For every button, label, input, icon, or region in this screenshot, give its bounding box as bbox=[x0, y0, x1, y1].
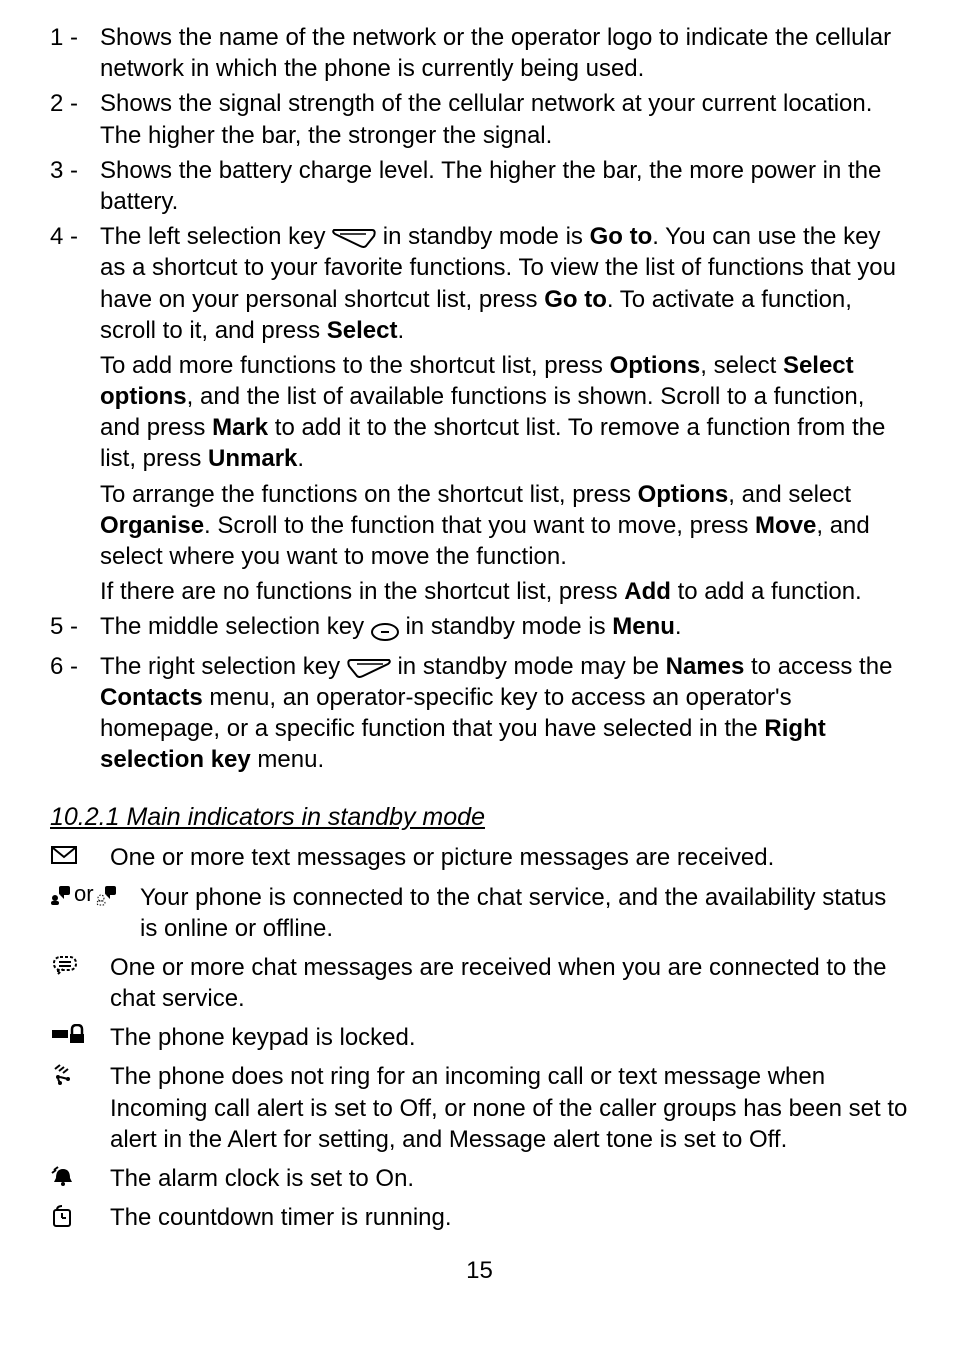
alarm-icon bbox=[50, 1163, 110, 1189]
list-item-number: 2 - bbox=[50, 88, 100, 119]
indicator-text: The countdown timer is running. bbox=[110, 1202, 909, 1233]
list-item: 4 -The left selection key in standby mod… bbox=[50, 221, 909, 607]
silent-icon bbox=[50, 1061, 110, 1087]
indicator-text: The phone keypad is locked. bbox=[110, 1022, 909, 1053]
list-item-number: 6 - bbox=[50, 651, 100, 682]
indicator-row: The alarm clock is set to On. bbox=[50, 1163, 909, 1194]
list-item-paragraph: To add more functions to the shortcut li… bbox=[100, 350, 909, 475]
list-item: 6 -The right selection key in standby mo… bbox=[50, 651, 909, 776]
or-label: or bbox=[72, 880, 96, 909]
indicator-text: The phone does not ring for an incoming … bbox=[110, 1061, 909, 1155]
list-item-paragraph: To arrange the functions on the shortcut… bbox=[100, 479, 909, 573]
list-item-paragraph: If there are no functions in the shortcu… bbox=[100, 576, 909, 607]
indicator-row: or Your phone is connected to the chat se… bbox=[50, 882, 909, 944]
list-item-number: 5 - bbox=[50, 611, 100, 642]
list-item-number: 1 - bbox=[50, 22, 100, 53]
numbered-list: 1 -Shows the name of the network or the … bbox=[50, 22, 909, 775]
indicator-row: The phone does not ring for an incoming … bbox=[50, 1061, 909, 1155]
chat-offline-icon bbox=[96, 884, 118, 906]
list-item-body: Shows the signal strength of the cellula… bbox=[100, 88, 909, 150]
list-item: 1 -Shows the name of the network or the … bbox=[50, 22, 909, 84]
list-item-body: The right selection key in standby mode … bbox=[100, 651, 909, 776]
list-item-body: The middle selection key in standby mode… bbox=[100, 611, 909, 646]
page-number: 15 bbox=[50, 1257, 909, 1285]
chat-online-icon bbox=[50, 884, 72, 906]
chat-status-icons: or bbox=[50, 882, 140, 913]
list-item: 5 -The middle selection key in standby m… bbox=[50, 611, 909, 646]
list-item-number: 3 - bbox=[50, 155, 100, 186]
section-heading: 10.2.1 Main indicators in standby mode bbox=[50, 803, 909, 832]
middle-selection-key-icon bbox=[371, 615, 399, 646]
indicator-text: One or more text messages or picture mes… bbox=[110, 842, 909, 873]
list-item: 3 -Shows the battery charge level. The h… bbox=[50, 155, 909, 217]
keypad-lock-icon bbox=[50, 1022, 110, 1044]
indicator-row: One or more chat messages are received w… bbox=[50, 952, 909, 1014]
document-page: 1 -Shows the name of the network or the … bbox=[0, 0, 954, 1285]
chat-message-icon bbox=[50, 952, 110, 976]
list-item-body: The left selection key in standby mode i… bbox=[100, 221, 909, 607]
indicator-row: The phone keypad is locked. bbox=[50, 1022, 909, 1053]
indicator-text: Your phone is connected to the chat serv… bbox=[140, 882, 909, 944]
message-icon bbox=[50, 842, 110, 866]
timer-icon bbox=[50, 1202, 110, 1228]
indicators-list: One or more text messages or picture mes… bbox=[50, 842, 909, 1233]
indicator-row: The countdown timer is running. bbox=[50, 1202, 909, 1233]
left-selection-key-icon bbox=[332, 228, 376, 248]
list-item-body: Shows the name of the network or the ope… bbox=[100, 22, 909, 84]
list-item: 2 -Shows the signal strength of the cell… bbox=[50, 88, 909, 150]
list-item-body: Shows the battery charge level. The high… bbox=[100, 155, 909, 217]
indicator-row: One or more text messages or picture mes… bbox=[50, 842, 909, 873]
right-selection-key-icon bbox=[347, 658, 391, 678]
indicator-text: The alarm clock is set to On. bbox=[110, 1163, 909, 1194]
indicator-text: One or more chat messages are received w… bbox=[110, 952, 909, 1014]
list-item-number: 4 - bbox=[50, 221, 100, 252]
